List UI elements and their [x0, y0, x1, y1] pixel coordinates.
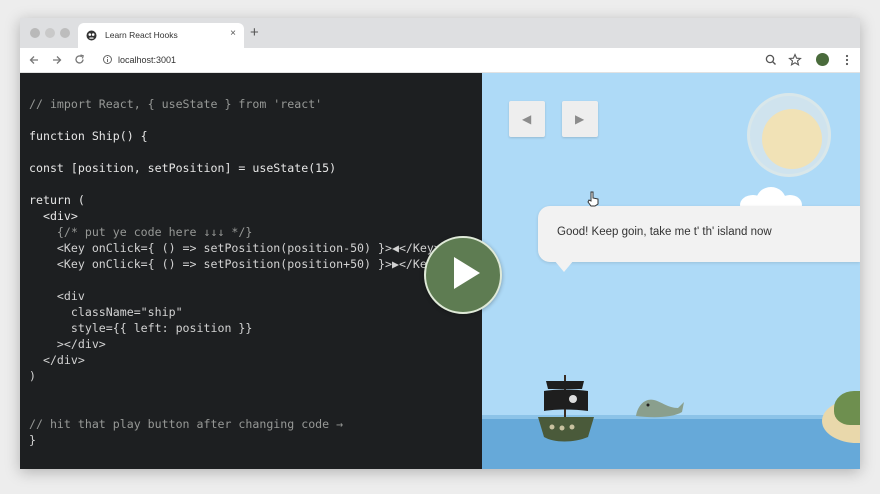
code-editor[interactable]: // import React, { useState } from 'reac… — [20, 73, 482, 469]
browser-tab[interactable]: Learn React Hooks × — [78, 23, 244, 48]
left-key-button[interactable]: ◀ — [509, 101, 545, 137]
code-line[interactable] — [29, 400, 441, 416]
forward-arrow-icon[interactable] — [52, 55, 62, 65]
speech-bubble-tail — [554, 260, 574, 272]
window-maximize-button[interactable] — [60, 28, 70, 38]
address-bar[interactable]: localhost:3001 — [96, 50, 756, 70]
code-line[interactable]: ) — [29, 368, 441, 384]
code-line[interactable]: <Key onClick={ () => setPosition(positio… — [29, 240, 441, 256]
speech-bubble: Good! Keep goin, take me t' th' island n… — [538, 206, 860, 272]
zoom-icon[interactable] — [764, 53, 778, 67]
code-line[interactable]: return ( — [29, 192, 441, 208]
code-line[interactable]: <div> — [29, 208, 441, 224]
code-text[interactable]: // import React, { useState } from 'reac… — [29, 96, 441, 448]
right-arrow-icon: ▶ — [575, 112, 585, 126]
window-close-button[interactable] — [30, 28, 40, 38]
right-key-button[interactable]: ▶ — [562, 101, 598, 137]
game-scene: ◀ ▶ Good! Keep goin, take me t' th' isla… — [482, 73, 860, 469]
code-line[interactable]: <div — [29, 288, 441, 304]
tab-title: Learn React Hooks — [105, 30, 178, 40]
reload-icon[interactable] — [74, 54, 85, 65]
code-line[interactable] — [29, 272, 441, 288]
info-icon[interactable] — [103, 55, 112, 64]
code-line[interactable] — [29, 384, 441, 400]
code-line[interactable]: // import React, { useState } from 'reac… — [29, 96, 441, 112]
browser-toolbar: localhost:3001 — [20, 48, 860, 73]
code-line[interactable]: style={{ left: position }} — [29, 320, 441, 336]
play-icon — [454, 257, 480, 289]
code-line[interactable]: // hit that play button after changing c… — [29, 416, 441, 432]
code-line[interactable]: <Key onClick={ () => setPosition(positio… — [29, 256, 441, 272]
code-line[interactable]: ></div> — [29, 336, 441, 352]
code-line[interactable]: function Ship() { — [29, 128, 441, 144]
code-line[interactable]: </div> — [29, 352, 441, 368]
url-text[interactable]: localhost:3001 — [118, 55, 176, 65]
star-icon[interactable] — [788, 53, 802, 67]
code-line[interactable] — [29, 176, 441, 192]
sun-icon — [762, 109, 822, 169]
window-minimize-button[interactable] — [45, 28, 55, 38]
whale-icon — [636, 399, 684, 418]
tab-bar: Learn React Hooks × + — [20, 18, 860, 48]
hand-cursor-icon — [586, 191, 600, 207]
code-line[interactable] — [29, 144, 441, 160]
code-line[interactable]: className="ship" — [29, 304, 441, 320]
left-arrow-icon: ◀ — [522, 112, 532, 126]
pirate-favicon-icon — [86, 30, 97, 41]
code-line[interactable]: } — [29, 432, 441, 448]
pirate-ship-icon — [538, 375, 594, 442]
code-line[interactable]: {/* put ye code here ↓↓↓ */} — [29, 224, 441, 240]
back-arrow-icon[interactable] — [29, 55, 39, 65]
profile-avatar[interactable] — [816, 53, 829, 66]
more-menu-icon[interactable] — [840, 53, 854, 67]
island-hill — [834, 391, 860, 425]
play-button[interactable] — [424, 236, 502, 314]
speech-text: Good! Keep goin, take me t' th' island n… — [557, 226, 772, 238]
new-tab-button[interactable]: + — [250, 25, 259, 40]
code-line[interactable]: const [position, setPosition] = useState… — [29, 160, 441, 176]
code-line[interactable] — [29, 112, 441, 128]
tab-close-icon[interactable]: × — [230, 28, 236, 39]
